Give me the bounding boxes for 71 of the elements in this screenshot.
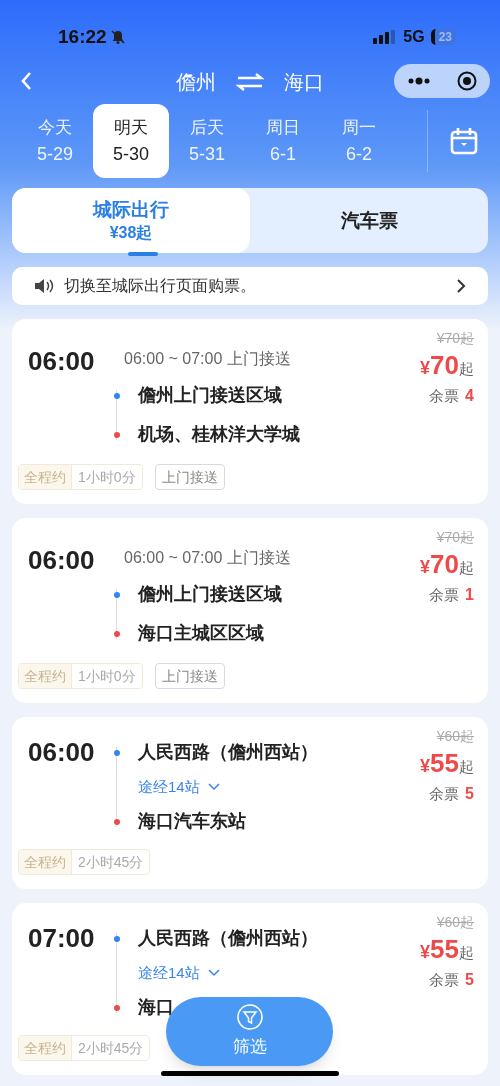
- remaining-label: 余票: [429, 969, 460, 990]
- chevron-down-icon: [207, 969, 220, 977]
- departure-time: 07:00: [28, 923, 96, 955]
- remaining-label: 余票: [429, 385, 460, 406]
- original-price: ¥70起: [436, 329, 474, 347]
- date-tab[interactable]: 今天 5-29: [17, 104, 93, 178]
- remaining-label: 余票: [429, 584, 460, 605]
- duration-value: 1小时0分: [77, 667, 137, 686]
- stop-name: 海口汽车东站: [138, 810, 246, 833]
- original-price: ¥70起: [436, 528, 474, 546]
- duration-label: 全程约: [19, 465, 72, 489]
- notice-text: 切换至城际出行页面购票。: [64, 276, 256, 296]
- remaining-count: 5: [465, 970, 474, 990]
- trip-card[interactable]: 06:00 人民西路（儋州西站） 途经14站 海口汽车东站 ¥60起 ¥55起 余票 5 全程约 2小时45分: [12, 717, 488, 889]
- date-tab[interactable]: 周一 6-2: [321, 104, 397, 178]
- pickup-window: 06:00 ~ 07:00 上门接送: [124, 348, 300, 370]
- status-time: 16:22: [58, 24, 107, 49]
- mode-tab[interactable]: 汽车票: [250, 188, 488, 253]
- more-icon[interactable]: [406, 77, 431, 85]
- current-price: ¥70起: [420, 349, 474, 382]
- notice-bar[interactable]: 切换至城际出行页面购票。: [12, 267, 488, 305]
- duration-value: 2小时45分: [77, 853, 145, 872]
- remaining-count: 5: [465, 784, 474, 804]
- chevron-right-icon: [456, 278, 466, 294]
- duration-label: 全程约: [19, 850, 72, 874]
- trip-card[interactable]: 06:00 06:00 ~ 07:00 上门接送 儋州上门接送区域 机场、桂林洋大学城 ¥70起 ¥70起 余票 4 全程约 1小时0分 上门接送: [12, 319, 488, 504]
- original-price: ¥60起: [436, 727, 474, 745]
- calendar-icon[interactable]: [449, 126, 479, 156]
- stop-name: 儋州上门接送区域: [138, 583, 282, 606]
- current-price: ¥55起: [420, 933, 474, 966]
- stop-name: 人民西路（儋州西站）: [138, 741, 318, 764]
- remaining-count: 4: [465, 386, 474, 406]
- current-price: ¥70起: [420, 548, 474, 581]
- date-tab[interactable]: 周日 6-1: [245, 104, 321, 178]
- duration-value: 1小时0分: [77, 468, 137, 487]
- date-tab[interactable]: 后天 5-31: [169, 104, 245, 178]
- capsule-menu[interactable]: [394, 64, 490, 98]
- origin-city[interactable]: 儋州: [176, 67, 216, 97]
- back-icon[interactable]: [19, 70, 33, 92]
- battery-indicator: 23: [430, 29, 456, 45]
- mode-tab[interactable]: 城际出行 ¥38起: [12, 188, 250, 253]
- signal-icon: [373, 30, 398, 44]
- stop-name: 人民西路（儋州西站）: [138, 927, 318, 950]
- date-tab[interactable]: 明天 5-30: [93, 104, 169, 178]
- trip-card[interactable]: 06:00 06:00 ~ 07:00 上门接送 儋州上门接送区域 海口主城区区域 ¥70起 ¥70起 余票 1 全程约 1小时0分 上门接送: [12, 518, 488, 703]
- bell-muted-icon: [109, 29, 126, 45]
- service-tag: 上门接送: [154, 464, 225, 490]
- current-price: ¥55起: [420, 747, 474, 780]
- filter-icon: [236, 1003, 263, 1030]
- duration-label: 全程约: [19, 1036, 72, 1060]
- via-stops-toggle[interactable]: 途经14站: [138, 961, 220, 985]
- departure-time: 06:00: [28, 346, 96, 378]
- network-label: 5G: [403, 27, 425, 47]
- departure-time: 06:00: [28, 545, 96, 577]
- destination-city[interactable]: 海口: [284, 67, 324, 97]
- original-price: ¥60起: [436, 913, 474, 931]
- via-stops-toggle[interactable]: 途经14站: [138, 775, 220, 799]
- pickup-window: 06:00 ~ 07:00 上门接送: [124, 547, 291, 569]
- speaker-icon: [34, 278, 54, 294]
- stop-name: 机场、桂林洋大学城: [138, 423, 300, 446]
- service-tag: 上门接送: [154, 663, 225, 689]
- close-target-icon[interactable]: [455, 70, 478, 92]
- swap-icon[interactable]: [236, 72, 264, 92]
- remaining-label: 余票: [429, 783, 460, 804]
- stop-name: 儋州上门接送区域: [138, 384, 282, 407]
- remaining-count: 1: [465, 585, 474, 605]
- departure-time: 06:00: [28, 737, 96, 769]
- duration-label: 全程约: [19, 664, 72, 688]
- chevron-down-icon: [207, 783, 220, 791]
- stop-name: 海口主城区区域: [138, 622, 264, 645]
- duration-value: 2小时45分: [77, 1039, 145, 1058]
